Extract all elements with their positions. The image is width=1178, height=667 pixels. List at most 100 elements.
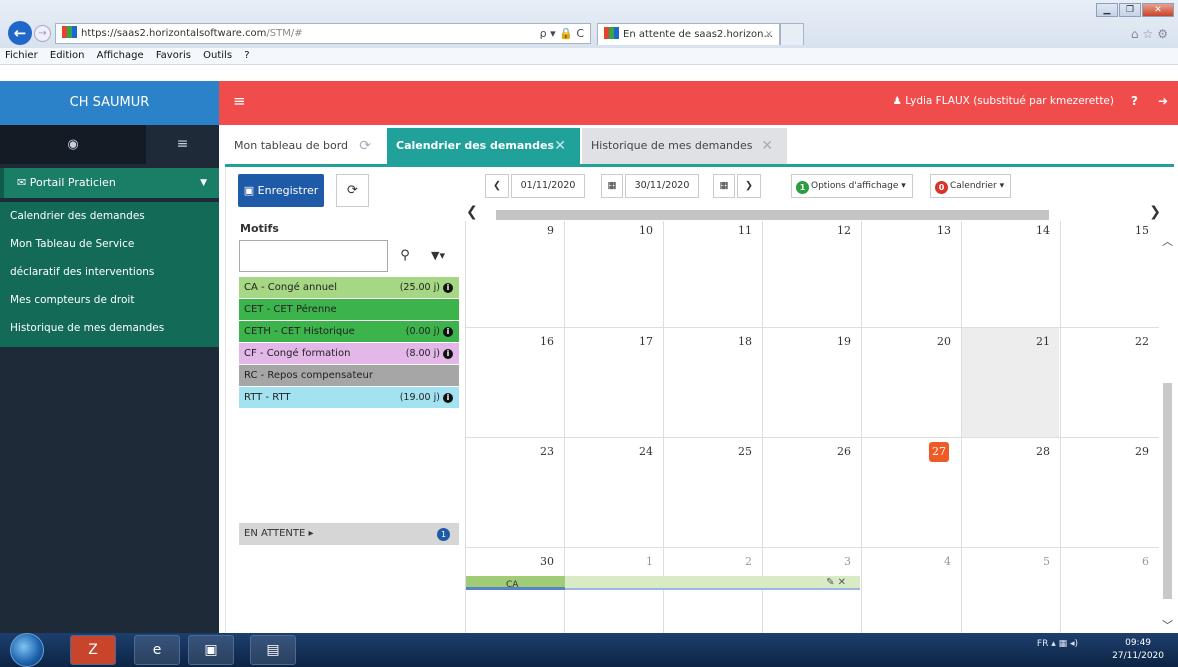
sidebar-item-calendrier[interactable]: Calendrier des demandes — [0, 202, 219, 230]
favorites-star-icon[interactable]: ☆ — [1142, 27, 1157, 41]
options-button[interactable]: 1 Options d'affichage ▾ — [791, 174, 913, 198]
dashboard-icon[interactable]: ◉ — [0, 125, 146, 164]
scroll-down-icon[interactable]: ﹀ — [1162, 617, 1173, 633]
calendar-day[interactable]: 21 — [1010, 335, 1050, 348]
menu-item[interactable]: Outils — [203, 50, 232, 61]
event-bar-ca-pending[interactable]: ✎ ✕ — [565, 576, 860, 590]
language-indicator[interactable]: FR — [1037, 639, 1048, 649]
sidebar-item-declaratif[interactable]: déclaratif des interventions — [0, 258, 219, 286]
hamburger-menu-icon[interactable]: ≡ — [233, 92, 246, 110]
taskbar-network-icon[interactable]: ▣ — [188, 635, 234, 665]
calendar-day[interactable]: 2 — [712, 555, 752, 568]
info-icon[interactable]: i — [443, 283, 453, 293]
menu-item[interactable]: Fichier — [5, 50, 38, 61]
calendar-day[interactable]: 22 — [1109, 335, 1149, 348]
motif-item[interactable]: CET - CET Pérenne — [239, 299, 459, 321]
sidebar-item-historique[interactable]: Historique de mes demandes — [0, 314, 219, 342]
scroll-left-icon[interactable]: ❮ — [466, 204, 478, 220]
address-bar[interactable]: https://saas2.horizontalsoftware.com/STM… — [55, 23, 591, 44]
sidebar-item-compteurs[interactable]: Mes compteurs de droit — [0, 286, 219, 314]
user-menu[interactable]: ♟ Lydia FLAUX (substitué par kmezerette) — [892, 95, 1114, 107]
event-bar-ca[interactable]: CA — [466, 576, 565, 590]
motif-search-input[interactable] — [239, 240, 388, 272]
close-tab-icon[interactable]: ✕ — [554, 128, 566, 164]
motif-item[interactable]: RC - Repos compensateur — [239, 365, 459, 387]
calendar-day[interactable]: 17 — [613, 335, 653, 348]
calendar-day[interactable]: 15 — [1109, 224, 1149, 237]
calendar-from-icon[interactable]: ▦ — [601, 174, 623, 198]
calendar-day[interactable]: 28 — [1010, 445, 1050, 458]
calendar-day[interactable]: 18 — [712, 335, 752, 348]
filter-icon[interactable]: ▼▾ — [420, 240, 456, 272]
motif-item[interactable]: RTT - RTT (19.00 j) i — [239, 387, 459, 409]
calendar-day[interactable]: 19 — [811, 335, 851, 348]
calendar-to-icon[interactable]: ▦ — [713, 174, 735, 198]
motif-item[interactable]: CA - Congé annuel (25.00 j) i — [239, 277, 459, 299]
brand-label[interactable]: CH SAUMUR — [0, 81, 219, 125]
help-icon[interactable]: ? — [1131, 94, 1138, 108]
date-to-field[interactable]: 30/11/2020 — [625, 174, 699, 198]
calendar-day[interactable]: 29 — [1109, 445, 1149, 458]
calendar-day[interactable]: 12 — [811, 224, 851, 237]
scroll-right-icon[interactable]: ❯ — [1149, 204, 1161, 220]
taskbar-ie-icon[interactable]: e — [134, 635, 180, 665]
tab-calendrier[interactable]: Calendrier des demandes ✕ — [387, 128, 580, 164]
taskbar-explorer-icon[interactable]: ▤ — [250, 635, 296, 665]
menu-item[interactable]: ? — [244, 50, 249, 61]
motif-item[interactable]: CF - Congé formation (8.00 j) i — [239, 343, 459, 365]
info-icon[interactable]: i — [443, 349, 453, 359]
clock[interactable]: 09:49 27/11/2020 — [1112, 637, 1164, 663]
calendar-day[interactable]: 20 — [911, 335, 951, 348]
prev-period-button[interactable]: ❮ — [485, 174, 509, 198]
calendar-day-today[interactable]: 27 — [929, 442, 949, 462]
calendar-day[interactable]: 10 — [613, 224, 653, 237]
calendar-day[interactable]: 13 — [911, 224, 951, 237]
logout-icon[interactable]: ➜ — [1158, 94, 1168, 108]
tab-close-icon[interactable]: × — [765, 24, 773, 45]
calendar-button[interactable]: 0 Calendrier ▾ — [930, 174, 1012, 198]
calendar-day[interactable]: 4 — [911, 555, 951, 568]
sidebar-section-portail[interactable]: ✉ Portail Praticien ▼ — [0, 168, 219, 198]
taskbar-app-z-icon[interactable]: Z — [70, 635, 116, 665]
event-actions-icons[interactable]: ✎ ✕ — [826, 577, 846, 588]
calendar-day[interactable]: 11 — [712, 224, 752, 237]
calendar-day[interactable]: 16 — [514, 335, 554, 348]
scroll-up-icon[interactable]: ︿ — [1162, 233, 1173, 249]
save-button[interactable]: ▣ Enregistrer — [238, 174, 324, 207]
refresh-button[interactable]: ⟳ — [336, 174, 369, 207]
pending-section[interactable]: EN ATTENTE ▸ 1 — [239, 523, 459, 545]
calendar-day[interactable]: 25 — [712, 445, 752, 458]
back-button[interactable]: ← — [8, 21, 32, 45]
forward-button[interactable]: → — [34, 25, 51, 42]
date-from-field[interactable]: 01/11/2020 — [511, 174, 585, 198]
next-period-button[interactable]: ❯ — [737, 174, 761, 198]
search-icon[interactable]: ⚲ — [392, 240, 418, 272]
tab-tableau-de-bord[interactable]: Mon tableau de bord ⟳ — [225, 128, 385, 164]
home-icon[interactable]: ⌂ — [1131, 27, 1143, 41]
start-button[interactable] — [10, 633, 44, 667]
calendar-day[interactable]: 30 — [514, 555, 554, 568]
scroll-thumb[interactable] — [496, 210, 1049, 220]
info-icon[interactable]: i — [443, 327, 453, 337]
menu-item[interactable]: Edition — [50, 50, 85, 61]
motif-item[interactable]: CETH - CET Historique (0.00 j) i — [239, 321, 459, 343]
vertical-scrollbar[interactable]: ︿ ﹀ — [1160, 223, 1174, 633]
new-tab-button[interactable] — [780, 23, 804, 45]
refresh-tab-icon[interactable]: ⟳ — [359, 128, 371, 164]
close-window-button[interactable]: ✕ — [1142, 3, 1174, 17]
minimize-button[interactable]: ▁ — [1096, 3, 1118, 17]
tray-icons[interactable]: ▴ ▦ ◂) — [1051, 639, 1078, 649]
calendar-day[interactable]: 3 — [811, 555, 851, 568]
calendar-day[interactable]: 24 — [613, 445, 653, 458]
address-tools[interactable]: ρ ▾ 🔒 C — [540, 24, 584, 43]
calendar-day[interactable]: 23 — [514, 445, 554, 458]
calendar-day[interactable]: 1 — [613, 555, 653, 568]
gear-icon[interactable]: ⚙ — [1157, 27, 1172, 41]
calendar-day[interactable]: 5 — [1010, 555, 1050, 568]
calendar-day[interactable]: 6 — [1109, 555, 1149, 568]
sidebar-item-tableau-service[interactable]: Mon Tableau de Service — [0, 230, 219, 258]
calendar-day[interactable]: 26 — [811, 445, 851, 458]
menu-item[interactable]: Favoris — [156, 50, 191, 61]
calendar-day[interactable]: 9 — [514, 224, 554, 237]
calendar-day[interactable]: 14 — [1010, 224, 1050, 237]
